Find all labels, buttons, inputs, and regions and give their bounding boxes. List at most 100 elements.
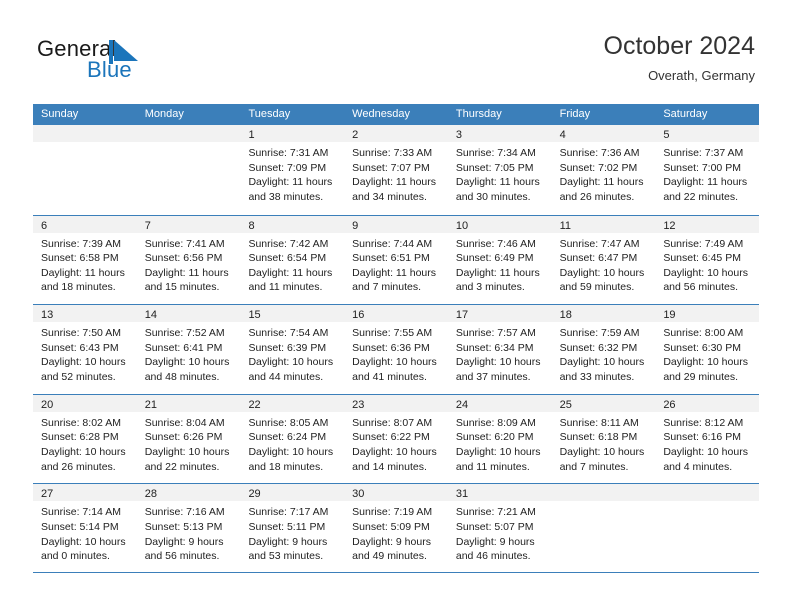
calendar-day-cell[interactable]: 16 Sunrise: 7:55 AM Sunset: 6:36 PM Dayligh… bbox=[344, 305, 448, 394]
day-info-line: and 26 minutes. bbox=[41, 460, 116, 473]
day-sun-info: Sunrise: 8:02 AM Sunset: 6:28 PM Daylight:… bbox=[33, 412, 137, 474]
calendar-day-cell[interactable]: 1 Sunrise: 7:31 AM Sunset: 7:09 PM Daylight… bbox=[240, 125, 345, 215]
weekday-header-saturday: Saturday bbox=[663, 108, 708, 120]
general-blue-logo[interactable]: General Blue bbox=[37, 36, 157, 84]
day-number-strip: 10 bbox=[447, 215, 552, 233]
day-sun-info: Sunrise: 7:54 AM Sunset: 6:39 PM Daylight:… bbox=[240, 322, 344, 384]
calendar-day-cell[interactable]: 14 Sunrise: 7:52 AM Sunset: 6:41 PM Dayligh… bbox=[136, 305, 241, 394]
calendar-day-cell[interactable]: 12 Sunrise: 7:49 AM Sunset: 6:45 PM Dayligh… bbox=[655, 215, 760, 305]
calendar-day-cell[interactable]: 30 Sunrise: 7:19 AM Sunset: 5:09 PM Dayligh… bbox=[344, 484, 448, 572]
calendar-day-cell[interactable]: 6 Sunrise: 7:39 AM Sunset: 6:58 PM Daylight… bbox=[33, 215, 137, 305]
calendar-day-cell[interactable]: 13 Sunrise: 7:50 AM Sunset: 6:43 PM Dayligh… bbox=[33, 305, 137, 394]
day-number: 6 bbox=[41, 219, 48, 232]
day-info-line: Sunrise: 8:12 AM bbox=[663, 416, 744, 429]
title-block: October 2024 Overath, Germany bbox=[604, 31, 756, 85]
day-sun-info: Sunrise: 7:19 AM Sunset: 5:09 PM Daylight:… bbox=[344, 501, 448, 563]
day-info-line: and 0 minutes. bbox=[41, 550, 110, 563]
day-info-line: Daylight: 10 hours bbox=[248, 445, 334, 458]
page-header: General Blue October 2024 Overath, Germa… bbox=[0, 0, 792, 104]
day-number: 15 bbox=[248, 309, 261, 322]
day-info-line: Sunrise: 7:31 AM bbox=[248, 147, 329, 159]
day-number-strip: 31 bbox=[447, 484, 552, 502]
day-number-strip: 14 bbox=[136, 305, 241, 323]
calendar-day-cell[interactable]: 28 Sunrise: 7:16 AM Sunset: 5:13 PM Dayligh… bbox=[136, 484, 241, 572]
day-info-line: Sunrise: 7:37 AM bbox=[663, 147, 744, 159]
calendar-day-cell[interactable]: 3 Sunrise: 7:34 AM Sunset: 7:05 PM Daylight… bbox=[447, 125, 552, 215]
day-info-line: Daylight: 9 hours bbox=[455, 535, 535, 548]
day-info-line: and 52 minutes. bbox=[41, 370, 116, 383]
calendar-day-cell[interactable]: 5 Sunrise: 7:37 AM Sunset: 7:00 PM Daylight… bbox=[655, 125, 760, 215]
day-info-line: Daylight: 11 hours bbox=[352, 176, 437, 189]
day-sun-info: Sunrise: 7:49 AM Sunset: 6:45 PM Daylight:… bbox=[655, 233, 759, 295]
calendar-day-cell[interactable]: 2 Sunrise: 7:33 AM Sunset: 7:07 PM Daylight… bbox=[344, 125, 448, 215]
day-info-line: Daylight: 10 hours bbox=[41, 356, 126, 369]
day-number-strip: 5 bbox=[655, 125, 760, 142]
calendar-day-cell[interactable]: 9 Sunrise: 7:44 AM Sunset: 6:51 PM Daylight… bbox=[344, 215, 448, 305]
day-info-line: Sunset: 6:20 PM bbox=[455, 431, 534, 444]
calendar-day-cell[interactable]: 26 Sunrise: 8:12 AM Sunset: 6:16 PM Dayligh… bbox=[655, 394, 760, 484]
day-info-line: Daylight: 10 hours bbox=[663, 266, 748, 279]
day-sun-info: Sunrise: 7:41 AM Sunset: 6:56 PM Daylight:… bbox=[137, 233, 241, 295]
day-number-strip: 7 bbox=[136, 215, 241, 233]
calendar-day-cell[interactable]: 25 Sunrise: 8:11 AM Sunset: 6:18 PM Dayligh… bbox=[551, 394, 656, 484]
calendar-day-cell[interactable]: 27 Sunrise: 7:14 AM Sunset: 5:14 PM Dayligh… bbox=[33, 484, 137, 572]
day-info-line: Sunset: 7:00 PM bbox=[663, 161, 741, 174]
day-info-line: Sunset: 6:36 PM bbox=[352, 341, 430, 354]
day-info-line: and 7 minutes. bbox=[352, 281, 422, 294]
day-number-strip: 9 bbox=[344, 215, 448, 233]
calendar-day-cell[interactable]: 18 Sunrise: 7:59 AM Sunset: 6:32 PM Dayligh… bbox=[551, 305, 656, 394]
calendar-day-cell[interactable]: 22 Sunrise: 8:05 AM Sunset: 6:24 PM Dayligh… bbox=[240, 394, 345, 484]
day-info-line: Daylight: 10 hours bbox=[663, 356, 748, 369]
calendar-day-cell[interactable]: 20 Sunrise: 8:02 AM Sunset: 6:28 PM Dayligh… bbox=[33, 394, 137, 484]
calendar-week-row: 20 Sunrise: 8:02 AM Sunset: 6:28 PM Dayligh… bbox=[33, 393, 760, 484]
calendar-day-cell[interactable]: 7 Sunrise: 7:41 AM Sunset: 6:56 PM Daylight… bbox=[136, 215, 241, 305]
calendar-week-row: 1 Sunrise: 7:31 AM Sunset: 7:09 PM Daylight… bbox=[33, 125, 760, 215]
day-info-line: Sunrise: 8:05 AM bbox=[248, 416, 329, 429]
day-info-line: and 37 minutes. bbox=[455, 370, 531, 383]
day-info-line: Sunset: 6:32 PM bbox=[559, 341, 638, 354]
calendar-day-cell[interactable]: 19 Sunrise: 8:00 AM Sunset: 6:30 PM Dayligh… bbox=[655, 305, 760, 394]
calendar-day-cell[interactable]: 21 Sunrise: 8:04 AM Sunset: 6:26 PM Dayligh… bbox=[136, 394, 241, 484]
day-info-line: and 33 minutes. bbox=[559, 370, 635, 383]
calendar-day-cell[interactable]: 29 Sunrise: 7:17 AM Sunset: 5:11 PM Dayligh… bbox=[240, 484, 345, 572]
calendar-day-cell[interactable]: 15 Sunrise: 7:54 AM Sunset: 6:39 PM Dayligh… bbox=[240, 305, 345, 394]
calendar-day-cell[interactable]: 4 Sunrise: 7:36 AM Sunset: 7:02 PM Daylight… bbox=[551, 125, 656, 215]
day-info-line: Sunrise: 8:07 AM bbox=[352, 416, 433, 429]
day-info-line: and 38 minutes. bbox=[248, 190, 324, 203]
calendar-day-cell[interactable]: 31 Sunrise: 7:21 AM Sunset: 5:07 PM Dayligh… bbox=[447, 484, 552, 572]
day-info-line: Sunset: 6:18 PM bbox=[559, 431, 638, 444]
calendar-day-cell[interactable]: 24 Sunrise: 8:09 AM Sunset: 6:20 PM Dayligh… bbox=[447, 394, 552, 484]
weekday-header-row: Sunday Monday Tuesday Wednesday Thursday… bbox=[33, 104, 759, 125]
weekday-header-monday: Monday bbox=[144, 108, 184, 120]
day-sun-info: Sunrise: 7:14 AM Sunset: 5:14 PM Daylight:… bbox=[33, 501, 137, 563]
day-info-line: Sunrise: 8:00 AM bbox=[663, 327, 744, 340]
day-info-line: Sunrise: 7:41 AM bbox=[144, 237, 225, 250]
day-number-strip: 27 bbox=[33, 484, 137, 502]
day-sun-info: Sunrise: 7:52 AM Sunset: 6:41 PM Daylight:… bbox=[137, 322, 241, 384]
day-info-line: Sunset: 6:47 PM bbox=[559, 252, 638, 265]
day-info-line: Sunrise: 7:44 AM bbox=[352, 237, 433, 250]
day-number-strip bbox=[33, 125, 137, 142]
day-info-line: Daylight: 9 hours bbox=[352, 535, 431, 548]
day-info-line: Daylight: 10 hours bbox=[41, 535, 126, 548]
day-number-strip: 12 bbox=[655, 215, 760, 233]
day-info-line: and 11 minutes. bbox=[455, 460, 530, 473]
day-info-line: Sunset: 6:58 PM bbox=[41, 252, 119, 265]
day-info-line: Sunset: 6:22 PM bbox=[352, 431, 430, 444]
day-number: 16 bbox=[352, 309, 365, 322]
calendar-page: General Blue October 2024 Overath, Germa… bbox=[0, 0, 792, 612]
day-sun-info: Sunrise: 8:07 AM Sunset: 6:22 PM Daylight:… bbox=[344, 412, 448, 474]
day-sun-info: Sunrise: 8:12 AM Sunset: 6:16 PM Daylight:… bbox=[655, 412, 759, 474]
day-sun-info: Sunrise: 7:46 AM Sunset: 6:49 PM Daylight:… bbox=[448, 233, 552, 295]
day-sun-info: Sunrise: 7:17 AM Sunset: 5:11 PM Daylight:… bbox=[240, 501, 344, 563]
calendar-day-cell[interactable]: 23 Sunrise: 8:07 AM Sunset: 6:22 PM Dayligh… bbox=[344, 394, 448, 484]
calendar-day-cell[interactable]: 17 Sunrise: 7:57 AM Sunset: 6:34 PM Dayligh… bbox=[447, 305, 552, 394]
day-sun-info: Sunrise: 7:16 AM Sunset: 5:13 PM Daylight:… bbox=[137, 501, 241, 563]
calendar-day-cell[interactable]: 8 Sunrise: 7:42 AM Sunset: 6:54 PM Daylight… bbox=[240, 215, 345, 305]
day-info-line: Daylight: 10 hours bbox=[455, 356, 541, 369]
day-info-line: Daylight: 11 hours bbox=[663, 176, 748, 189]
calendar-day-cell[interactable]: 10 Sunrise: 7:46 AM Sunset: 6:49 PM Dayligh… bbox=[447, 215, 552, 305]
day-info-line: and 56 minutes. bbox=[144, 550, 220, 563]
calendar-day-cell[interactable]: 11 Sunrise: 7:47 AM Sunset: 6:47 PM Dayligh… bbox=[551, 215, 656, 305]
day-sun-info: Sunrise: 7:33 AM Sunset: 7:07 PM Daylight:… bbox=[344, 142, 448, 204]
